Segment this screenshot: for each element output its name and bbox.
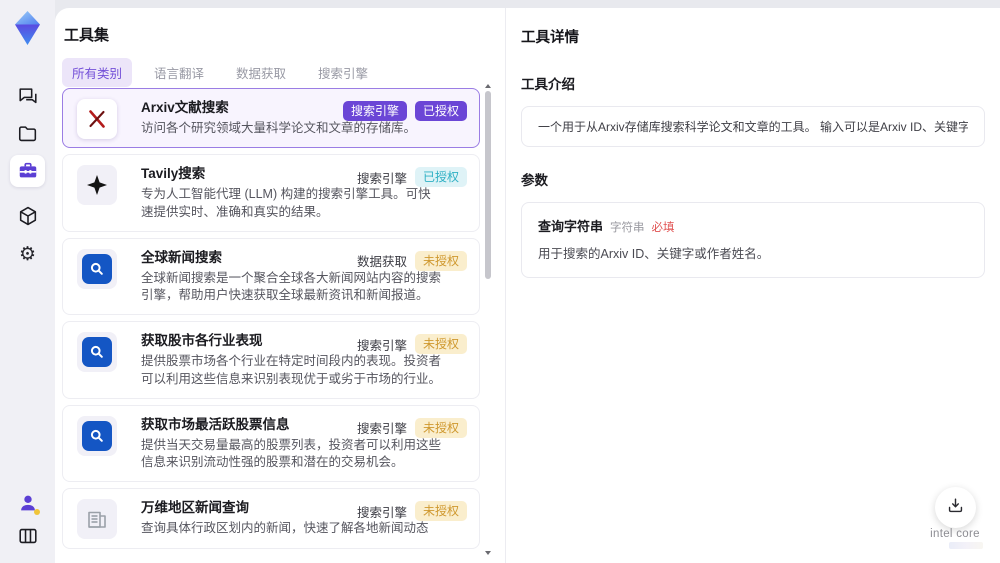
tab-search-engine[interactable]: 搜索引擎 bbox=[308, 58, 378, 87]
tab-language-translation[interactable]: 语言翻译 bbox=[144, 58, 214, 87]
auth-status-badge: 未授权 bbox=[414, 501, 467, 522]
stock-search-icon bbox=[77, 332, 117, 373]
avatar-status-dot bbox=[34, 509, 40, 515]
regional-news-icon bbox=[77, 499, 117, 540]
tool-card-active-stocks[interactable]: 获取市场最活跃股票信息 提供当天交易量最高的股票列表，投资者可以利用这些信息来识… bbox=[62, 404, 480, 483]
panel-divider bbox=[505, 8, 506, 563]
tool-card-tavily[interactable]: Tavily搜索 专为人工智能代理 (LLM) 构建的搜索引擎工具。可快速提供实… bbox=[62, 154, 480, 232]
stock-search-icon bbox=[77, 415, 117, 456]
tool-description: 专为人工智能代理 (LLM) 构建的搜索引擎工具。可快速提供实时、准确和真实的结… bbox=[141, 187, 431, 219]
arxiv-logo-icon bbox=[77, 99, 117, 139]
auth-status-badge: 未授权 bbox=[414, 250, 467, 271]
tool-description: 提供股票市场各个行业在特定时间段内的表现。投资者可以利用这些信息来识别表现优于或… bbox=[141, 354, 442, 386]
param-description: 用于搜索的Arxiv ID、关键字或作者姓名。 bbox=[538, 247, 770, 261]
auth-status-badge: 已授权 bbox=[414, 167, 467, 188]
news-search-icon bbox=[77, 248, 117, 289]
download-button[interactable] bbox=[935, 487, 976, 528]
param-name: 查询字符串 bbox=[538, 219, 604, 234]
user-avatar-icon[interactable] bbox=[10, 487, 45, 519]
auth-status-badge: 已授权 bbox=[414, 101, 467, 121]
category-label: 搜索引擎 bbox=[356, 338, 407, 353]
scrollbar-thumb[interactable] bbox=[485, 91, 491, 279]
category-badge: 搜索引擎 bbox=[342, 101, 407, 121]
tab-all-categories[interactable]: 所有类别 bbox=[62, 58, 133, 87]
tab-data-acquisition[interactable]: 数据获取 bbox=[226, 58, 296, 87]
param-required-flag: 必填 bbox=[651, 222, 675, 234]
folder-icon[interactable] bbox=[10, 118, 45, 150]
toolbox-icon[interactable] bbox=[10, 155, 45, 187]
left-rail: ⚙ bbox=[0, 0, 55, 563]
tool-description: 提供当天交易量最高的股票列表，投资者可以利用这些信息来识别流动性强的股票和潜在的… bbox=[141, 437, 442, 469]
app-logo-icon bbox=[12, 9, 43, 47]
intel-core-logo: intel core bbox=[915, 528, 995, 549]
parameter-box: 查询字符串 字符串 必填 用于搜索的Arxiv ID、关键字或作者姓名。 bbox=[521, 202, 985, 278]
settings-gear-icon[interactable]: ⚙ bbox=[10, 238, 45, 270]
download-icon bbox=[946, 496, 965, 520]
params-heading: 参数 bbox=[521, 173, 548, 188]
category-label: 搜索引擎 bbox=[356, 422, 407, 437]
tool-list: Arxiv文献搜索 访问各个研究领域大量科学论文和文章的存储库。 搜索引擎 已授… bbox=[62, 88, 480, 558]
tool-card-arxiv[interactable]: Arxiv文献搜索 访问各个研究领域大量科学论文和文章的存储库。 搜索引擎 已授… bbox=[62, 88, 480, 149]
auth-status-badge: 未授权 bbox=[414, 334, 467, 355]
intro-box: 一个用于从Arxiv存储库搜索科学论文和文章的工具。 输入可以是Arxiv ID… bbox=[521, 106, 985, 147]
cube-icon[interactable] bbox=[10, 200, 45, 232]
scroll-down-arrow[interactable] bbox=[485, 551, 491, 555]
category-label: 搜索引擎 bbox=[356, 171, 407, 186]
scroll-up-arrow[interactable] bbox=[485, 84, 491, 88]
intel-logo-sub-bar bbox=[949, 542, 983, 549]
param-type: 字符串 bbox=[610, 222, 645, 234]
tool-card-regional-news[interactable]: 万维地区新闻查询 查询具体行政区划内的新闻，快速了解各地新闻动态 搜索引擎 未授… bbox=[62, 488, 480, 549]
details-title: 工具详情 bbox=[521, 30, 579, 46]
category-label: 数据获取 bbox=[356, 255, 407, 270]
tool-description: 全球新闻搜索是一个聚合全球各大新闻网站内容的搜索引擎，帮助用户快速获取全球最新资… bbox=[141, 270, 442, 302]
tool-description: 访问各个研究领域大量科学论文和文章的存储库。 bbox=[141, 121, 417, 135]
panels-layout-icon[interactable] bbox=[10, 520, 45, 552]
tool-card-global-news[interactable]: 全球新闻搜索 全球新闻搜索是一个聚合全球各大新闻网站内容的搜索引擎，帮助用户快速… bbox=[62, 237, 480, 316]
intro-heading: 工具介绍 bbox=[521, 77, 575, 92]
tool-description: 查询具体行政区划内的新闻，快速了解各地新闻动态 bbox=[141, 521, 429, 536]
tool-card-sector-performance[interactable]: 获取股市各行业表现 提供股票市场各个行业在特定时间段内的表现。投资者可以利用这些… bbox=[62, 321, 480, 399]
list-scrollbar[interactable] bbox=[484, 84, 492, 555]
sparkle-icon bbox=[77, 165, 117, 206]
category-label: 搜索引擎 bbox=[356, 505, 407, 520]
intro-text: 一个用于从Arxiv存储库搜索科学论文和文章的工具。 输入可以是Arxiv ID… bbox=[538, 120, 968, 134]
chat-icon[interactable] bbox=[10, 80, 45, 112]
tool-details-panel: 工具详情 工具介绍 一个用于从Arxiv存储库搜索科学论文和文章的工具。 输入可… bbox=[521, 26, 985, 278]
auth-status-badge: 未授权 bbox=[414, 417, 467, 438]
category-tabs: 所有类别 语言翻译 数据获取 搜索引擎 bbox=[62, 58, 378, 87]
page-title: 工具集 bbox=[64, 27, 110, 44]
